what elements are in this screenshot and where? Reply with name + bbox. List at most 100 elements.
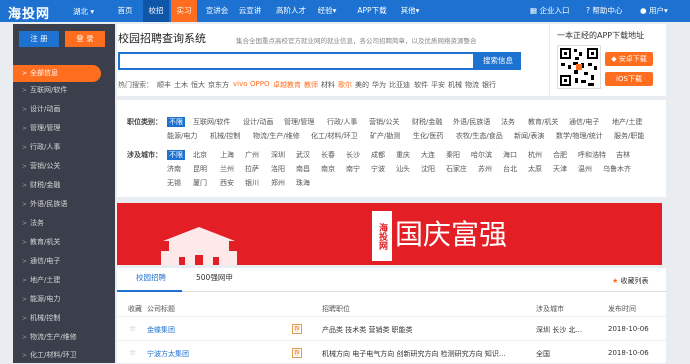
city-option[interactable]: 石家庄 (446, 164, 467, 174)
sidebar-item-realestate[interactable]: 地产/土建 (13, 272, 115, 289)
category-option[interactable]: 服务/职能 (614, 131, 644, 141)
hot-keyword[interactable]: 美的 (355, 80, 369, 90)
city-option[interactable]: 南宁 (346, 164, 360, 174)
category-option[interactable]: 生化/医药 (413, 131, 443, 141)
sidebar-item-design[interactable]: 设计/动画 (13, 101, 115, 118)
category-option[interactable]: 矿产/勘测 (370, 131, 400, 141)
city-option[interactable]: 武汉 (296, 150, 310, 160)
nav-cloud-session[interactable]: 云宣讲 (235, 0, 265, 22)
city-option[interactable]: 厦门 (193, 178, 207, 188)
city-option[interactable]: 宁波 (371, 164, 385, 174)
search-input[interactable] (118, 52, 475, 70)
category-option[interactable]: 行政/人事 (327, 117, 357, 127)
city-option[interactable]: 台北 (503, 164, 517, 174)
category-option[interactable]: 农牧/生态/食品 (456, 131, 503, 141)
ios-download-button[interactable]: iOS下载 (605, 72, 653, 86)
city-option[interactable]: 温州 (578, 164, 592, 174)
category-option[interactable]: 化工/材料/环卫 (311, 131, 358, 141)
hot-keyword[interactable]: 卓越教育 (273, 80, 301, 90)
category-option[interactable]: 外语/民族语 (453, 117, 490, 127)
hot-keyword[interactable]: 机械 (448, 80, 462, 90)
nav-campus-recruit[interactable]: 校招 (143, 0, 169, 22)
city-option[interactable]: 秦阳 (446, 150, 460, 160)
city-option[interactable]: 汕头 (396, 164, 410, 174)
city-option[interactable]: 珠海 (296, 178, 310, 188)
sidebar-item-all[interactable]: 全部信息 (13, 65, 101, 82)
city-option[interactable]: 南昌 (296, 164, 310, 174)
city-option[interactable]: 苏州 (478, 164, 492, 174)
city-option[interactable]: 兰州 (220, 164, 234, 174)
help-center-link[interactable]: ? 帮助中心 (586, 0, 622, 22)
hot-keyword[interactable]: 材料 (321, 80, 335, 90)
category-option[interactable]: 营销/公关 (369, 117, 399, 127)
android-download-button[interactable]: ◆ 安卓下载 (605, 52, 653, 66)
hot-keyword[interactable]: 京东方 (208, 80, 229, 90)
category-option[interactable]: 物流/生产/维修 (253, 131, 300, 141)
hot-keyword[interactable]: 平安 (431, 80, 445, 90)
category-option[interactable]: 法务 (501, 117, 515, 127)
city-option[interactable]: 无锡 (167, 178, 181, 188)
nav-senior-talent[interactable]: 高阶人才 (273, 0, 309, 22)
category-option[interactable]: 数学/物理/统计 (556, 131, 603, 141)
tab-fortune500[interactable]: 500强网申 (196, 272, 233, 283)
city-option[interactable]: 吉林 (616, 150, 630, 160)
city-option[interactable]: 拉萨 (245, 164, 259, 174)
promo-banner[interactable]: 海投网 国庆富强 (117, 203, 662, 265)
sidebar-item-chemical[interactable]: 化工/材料/环卫 (13, 347, 115, 364)
sidebar-item-telecom[interactable]: 通信/电子 (13, 253, 115, 270)
sidebar-item-admin[interactable]: 行政/人事 (13, 139, 115, 156)
site-logo[interactable]: 海投网 (8, 3, 50, 22)
hot-keyword[interactable]: 歌尔 (338, 80, 352, 90)
city-option[interactable]: 天津 (553, 164, 567, 174)
city-option[interactable]: 北京 (193, 150, 207, 160)
sidebar-item-internet[interactable]: 互联网/软件 (13, 82, 115, 99)
sidebar-item-machinery[interactable]: 机械/控制 (13, 310, 115, 327)
city-option[interactable]: 南京 (321, 164, 335, 174)
city-option[interactable]: 大连 (421, 150, 435, 160)
sidebar-item-marketing[interactable]: 营销/公关 (13, 158, 115, 175)
city-option[interactable]: 沈阳 (421, 164, 435, 174)
favorite-star-icon[interactable]: ☆ (129, 324, 136, 333)
position-list[interactable]: 机械方向 电子电气方向 创新研究方向 检测研究方向 知识... (322, 349, 522, 359)
city-option[interactable]: 西安 (220, 178, 234, 188)
sidebar-item-energy[interactable]: 能源/电力 (13, 291, 115, 308)
hot-keyword[interactable]: 银行 (482, 80, 496, 90)
company-link[interactable]: 金蝶集团 (147, 325, 175, 335)
city-option[interactable]: 洛阳 (271, 164, 285, 174)
category-option[interactable]: 财税/金融 (412, 117, 442, 127)
nav-experience[interactable]: 经验▾ (312, 0, 342, 22)
sidebar-item-education[interactable]: 教育/机关 (13, 234, 115, 251)
city-option[interactable]: 杭州 (528, 150, 542, 160)
city-option[interactable]: 乌鲁木齐 (603, 164, 631, 174)
hot-keyword[interactable]: OPPO (250, 80, 269, 88)
hot-keyword[interactable]: 物流 (465, 80, 479, 90)
enterprise-entry[interactable]: ▦ 企业入口 (530, 0, 569, 22)
city-option-all[interactable]: 不限 (167, 150, 185, 160)
search-button[interactable]: 搜索信息 (475, 52, 521, 70)
category-option[interactable]: 通信/电子 (569, 117, 599, 127)
city-option[interactable]: 长沙 (346, 150, 360, 160)
city-option[interactable]: 太原 (528, 164, 542, 174)
city-option[interactable]: 深圳 (271, 150, 285, 160)
hot-keyword[interactable]: 教师 (304, 80, 318, 90)
city-option[interactable]: 郑州 (271, 178, 285, 188)
favorite-list-link[interactable]: ★ 收藏列表 (612, 276, 649, 286)
sidebar-item-finance[interactable]: 财税/金融 (13, 177, 115, 194)
city-option[interactable]: 重庆 (396, 150, 410, 160)
hot-keyword[interactable]: 比亚迪 (389, 80, 410, 90)
category-option[interactable]: 设计/动画 (243, 117, 273, 127)
sidebar-item-legal[interactable]: 法务 (13, 215, 115, 232)
city-option[interactable]: 昆明 (193, 164, 207, 174)
category-option[interactable]: 能源/电力 (167, 131, 197, 141)
hot-keyword[interactable]: 恒大 (191, 80, 205, 90)
category-option[interactable]: 地产/土建 (612, 117, 642, 127)
city-option[interactable]: 长春 (321, 150, 335, 160)
city-option[interactable]: 济南 (167, 164, 181, 174)
hot-keyword[interactable]: vivo (233, 80, 248, 88)
nav-app-download[interactable]: APP下载 (352, 0, 392, 22)
city-option[interactable]: 上海 (220, 150, 234, 160)
category-option[interactable]: 新闻/表演 (514, 131, 544, 141)
nav-other[interactable]: 其他▾ (396, 0, 424, 22)
city-option[interactable]: 成都 (371, 150, 385, 160)
hot-keyword[interactable]: 软件 (414, 80, 428, 90)
